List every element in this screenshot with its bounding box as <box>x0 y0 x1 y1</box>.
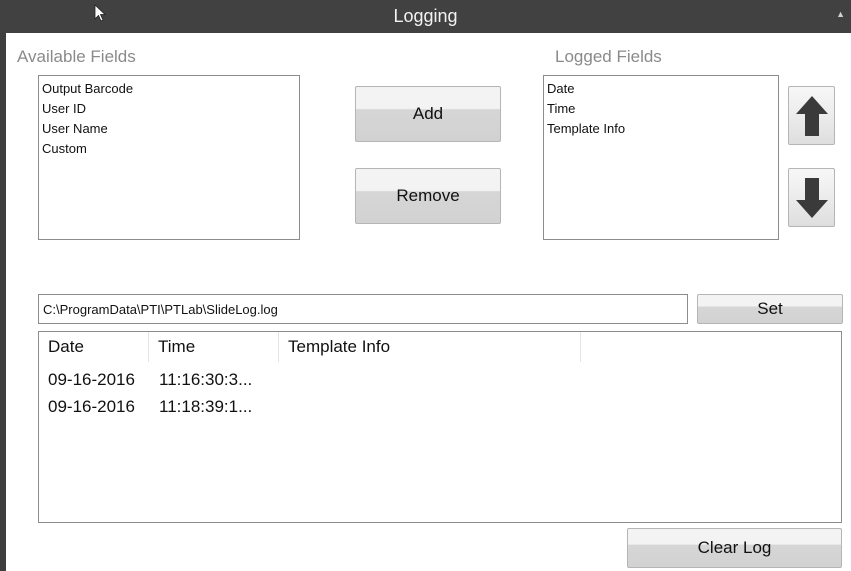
clear-log-button[interactable]: Clear Log <box>627 528 842 568</box>
add-button[interactable]: Add <box>355 86 501 142</box>
window-left-edge <box>0 33 6 571</box>
collapse-icon[interactable]: ▲ <box>836 9 845 19</box>
move-up-button[interactable] <box>788 86 835 145</box>
move-down-button[interactable] <box>788 168 835 227</box>
log-table[interactable]: Date Time Template Info 09-16-2016 11:16… <box>38 331 842 523</box>
remove-button[interactable]: Remove <box>355 168 501 224</box>
logged-fields-label: Logged Fields <box>555 47 662 66</box>
table-cell-time[interactable]: 11:16:30:3... <box>159 370 252 390</box>
table-cell-date[interactable]: 09-16-2016 <box>48 397 135 417</box>
list-item[interactable]: Date <box>547 79 778 99</box>
list-item[interactable]: Template Info <box>547 119 778 139</box>
column-header-template-info[interactable]: Template Info <box>279 332 581 362</box>
column-header-date[interactable]: Date <box>39 332 149 362</box>
list-item[interactable]: User ID <box>42 99 299 119</box>
list-item[interactable]: Time <box>547 99 778 119</box>
column-header-time[interactable]: Time <box>149 332 279 362</box>
arrow-down-icon <box>795 177 828 218</box>
arrow-up-icon <box>795 95 828 136</box>
title-bar: Logging ▲ <box>0 0 851 33</box>
list-item[interactable]: Output Barcode <box>42 79 299 99</box>
window-title: Logging <box>393 6 458 26</box>
table-cell-date[interactable]: 09-16-2016 <box>48 370 135 390</box>
set-button[interactable]: Set <box>697 294 843 324</box>
logged-fields-list[interactable]: Date Time Template Info <box>543 75 779 240</box>
available-fields-list[interactable]: Output Barcode User ID User Name Custom <box>38 75 300 240</box>
list-item[interactable]: User Name <box>42 119 299 139</box>
list-item[interactable]: Custom <box>42 139 299 159</box>
table-cell-time[interactable]: 11:18:39:1... <box>159 397 252 417</box>
log-path-input[interactable] <box>38 294 688 324</box>
available-fields-label: Available Fields <box>17 47 136 66</box>
